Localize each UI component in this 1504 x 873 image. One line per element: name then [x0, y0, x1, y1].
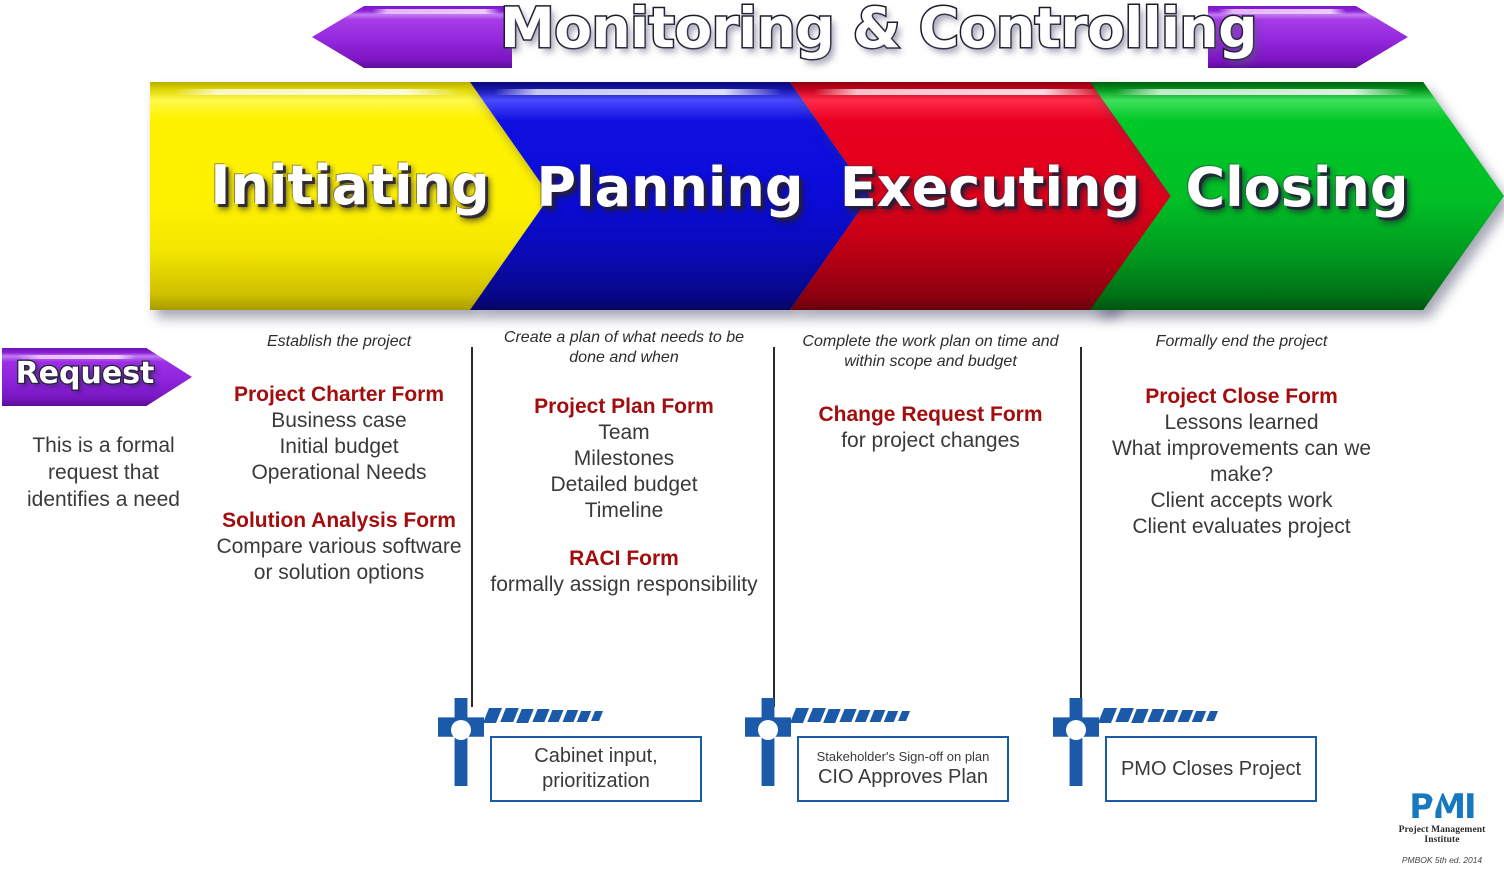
- form-lines-solution-analysis: Compare various software or solution opt…: [216, 535, 462, 584]
- column-divider-2: [773, 347, 775, 707]
- form-lines-project-close: Lessons learned What improvements can we …: [1111, 411, 1372, 538]
- gate-arm-segment: [838, 709, 857, 723]
- block-gap: [484, 524, 764, 546]
- gate-arm-segment: [562, 710, 578, 722]
- gate-arm-icon: [789, 708, 915, 730]
- gate-arm-icon: [1097, 708, 1223, 730]
- gate-arm-segment: [823, 708, 841, 723]
- monitoring-arrow-left-highlight: [372, 9, 500, 14]
- gate-box: PMO Closes Project: [1105, 736, 1317, 802]
- gate-box-text: CIO Approves Plan: [817, 766, 989, 788]
- gate-arm-segment: [1131, 708, 1149, 723]
- gate-box: Stakeholder's Sign-off on plan CIO Appro…: [797, 736, 1009, 802]
- column-divider-1: [471, 347, 473, 707]
- phase-chevron-row: Initiating Planning Executing Closing: [0, 82, 1504, 314]
- gate-arm-segment: [1114, 708, 1134, 723]
- gate-arm-segment: [854, 709, 871, 722]
- gate-pivot-icon: [451, 720, 471, 740]
- form-lines-change-request: for project changes: [841, 429, 1020, 452]
- gate-arm-segment: [1146, 709, 1165, 723]
- block-gap: [214, 486, 464, 508]
- gate-arm-segment: [482, 708, 503, 723]
- gate-post-icon: [745, 698, 791, 786]
- gate-arm-icon: [482, 708, 608, 730]
- column-caption-planning: Create a plan of what needs to be done a…: [503, 329, 745, 366]
- pmi-institute-name: Project Management Institute: [1398, 825, 1486, 845]
- gate-box-text: PMO Closes Project: [1120, 757, 1302, 780]
- gate-post-icon: [1053, 698, 1099, 786]
- pmi-source-caption: PMBOK 5th ed. 2014: [1401, 855, 1483, 865]
- column-executing: Complete the work plan on time and withi…: [788, 332, 1073, 454]
- gate-arm-segment: [516, 708, 534, 723]
- gate-arm-segment: [531, 709, 550, 723]
- form-lines-raci: formally assign responsibility: [490, 573, 758, 596]
- column-caption-initiating: Establish the project: [266, 333, 412, 350]
- gate-arm-segment: [897, 711, 910, 722]
- column-caption-executing: Complete the work plan on time and withi…: [802, 333, 1059, 370]
- column-planning: Create a plan of what needs to be done a…: [484, 328, 764, 598]
- request-description: This is a formal request that identifies…: [27, 434, 180, 511]
- phase-label-closing: Closing: [1185, 156, 1409, 219]
- diagram-canvas: Monitoring & Controlling Initiating Plan…: [0, 0, 1504, 873]
- gate-arm-segment: [1205, 711, 1218, 722]
- column-closing: Formally end the project Project Close F…: [1094, 332, 1389, 540]
- monitoring-arrow-left-icon: [312, 6, 512, 68]
- gate-arm-segment: [883, 710, 899, 722]
- form-lines-project-charter: Business case Initial budget Operational N…: [251, 409, 427, 484]
- gate-arm-segment: [1162, 709, 1179, 722]
- gate-box-subtext: Stakeholder's Sign-off on plan: [816, 749, 990, 764]
- phase-chevron-closing[interactable]: Closing: [1090, 82, 1504, 310]
- gate-arm-segment: [1191, 710, 1207, 722]
- column-divider-3: [1080, 347, 1082, 707]
- gate-arm-segment: [789, 708, 810, 723]
- gate-arm-segment: [806, 708, 826, 723]
- gate-arm-segment: [499, 708, 519, 723]
- form-lines-project-plan: Team Milestones Detailed budget Timeline: [550, 421, 698, 522]
- gate-arm-segment: [590, 711, 603, 722]
- gate-box-text: Cabinet input, prioritization: [534, 745, 658, 792]
- column-caption-closing: Formally end the project: [1155, 333, 1328, 350]
- form-title-project-plan: Project Plan Form: [534, 395, 714, 418]
- gate-arm-segment: [547, 709, 564, 722]
- pmi-logo: PMI Project Management Institute PMBOK 5…: [1390, 790, 1494, 865]
- form-title-project-close: Project Close Form: [1145, 385, 1338, 408]
- column-initiating: Establish the project Project Charter Fo…: [214, 332, 464, 586]
- gate-box: Cabinet input, prioritization: [490, 736, 702, 802]
- pmi-wordmark-icon: PMI: [1409, 787, 1476, 827]
- gate-arm-segment: [869, 710, 885, 722]
- gate-post-icon: [438, 698, 484, 786]
- gate-pivot-icon: [1066, 720, 1086, 740]
- form-title-solution-analysis: Solution Analysis Form: [222, 509, 456, 532]
- form-title-raci: RACI Form: [569, 547, 679, 570]
- gate-pivot-icon: [758, 720, 778, 740]
- form-title-project-charter: Project Charter Form: [233, 383, 445, 406]
- monitoring-controlling-band: Monitoring & Controlling: [0, 0, 1504, 78]
- request-label: Request: [14, 355, 155, 393]
- gate-arm-segment: [1097, 708, 1118, 723]
- gate-arm-segment: [1177, 710, 1193, 722]
- form-title-change-request: Change Request Form: [818, 403, 1043, 426]
- monitoring-controlling-title: Monitoring & Controlling: [499, 0, 1259, 62]
- gate-arm-segment: [576, 710, 592, 722]
